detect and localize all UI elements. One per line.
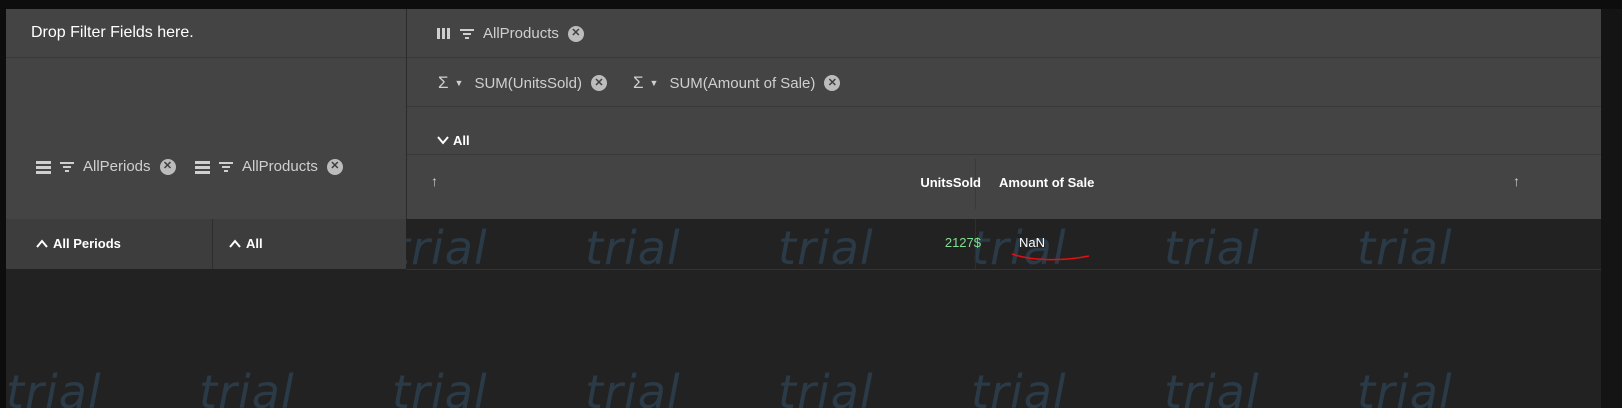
- row-member-label: All: [246, 236, 263, 251]
- watermark: trial: [1164, 365, 1260, 408]
- row-field-label: AllProducts: [242, 158, 318, 175]
- measure-label: SUM(UnitsSold): [474, 74, 582, 92]
- cell-unitssold[interactable]: 2127$: [945, 235, 981, 250]
- watermark: trial: [778, 221, 874, 275]
- watermark: trial: [6, 365, 102, 408]
- chevron-down-icon[interactable]: ▼: [455, 78, 464, 88]
- header-amount-of-sale[interactable]: Amount of Sale: [999, 175, 1094, 190]
- row-field-label: AllPeriods: [83, 158, 151, 175]
- watermark: trial: [585, 365, 681, 408]
- sigma-icon: Σ: [438, 73, 449, 92]
- row-field-allproducts[interactable]: AllProducts ✕: [195, 158, 343, 175]
- measure-label: SUM(Amount of Sale): [669, 74, 816, 92]
- sort-arrow-icon[interactable]: ↑: [1513, 173, 1520, 189]
- column-member-toggle[interactable]: All: [437, 133, 470, 148]
- column-icon: [437, 28, 451, 39]
- filter-icon[interactable]: [219, 161, 233, 173]
- watermark: trial: [392, 221, 488, 275]
- remove-icon[interactable]: ✕: [567, 25, 584, 42]
- filter-drop-zone[interactable]: Drop Filter Fields here.: [31, 24, 194, 42]
- pivot-grid: trial trial trial trial trial trial tria…: [6, 9, 1601, 408]
- sigma-icon: Σ: [633, 73, 644, 92]
- remove-icon[interactable]: ✕: [590, 75, 607, 91]
- remove-icon[interactable]: ✕: [824, 75, 841, 91]
- row-member-label: All Periods: [53, 236, 121, 251]
- measure-sum-unitssold[interactable]: Σ ▼ SUM(UnitsSold) ✕: [438, 73, 607, 93]
- header-unitssold[interactable]: UnitsSold: [920, 175, 981, 190]
- remove-icon[interactable]: ✕: [326, 158, 343, 175]
- watermark: trial: [585, 221, 681, 275]
- chevron-down-icon[interactable]: ▼: [650, 78, 659, 88]
- watermark: trial: [971, 365, 1067, 408]
- column-field-allproducts[interactable]: AllProducts ✕: [437, 25, 584, 42]
- divider: [407, 57, 1601, 58]
- column-header-row: ↑ UnitsSold Amount of Sale ↑: [407, 159, 1601, 209]
- column-field-label: AllProducts: [483, 25, 559, 42]
- measure-sum-amount-of-sale[interactable]: Σ ▼ SUM(Amount of Sale) ✕: [633, 73, 841, 93]
- divider: [6, 57, 406, 58]
- row-field-allperiods[interactable]: AllPeriods ✕: [36, 158, 176, 175]
- watermark: trial: [392, 365, 488, 408]
- filter-icon[interactable]: [460, 28, 474, 40]
- sort-arrow-icon[interactable]: ↑: [431, 173, 438, 189]
- scrollbar[interactable]: [1601, 9, 1622, 408]
- watermark: trial: [1357, 221, 1453, 275]
- row-member-all[interactable]: All: [229, 236, 263, 251]
- left-header-panel: Drop Filter Fields here. AllPeriods ✕ Al…: [6, 9, 407, 219]
- cell-amount-of-sale[interactable]: NaN: [1019, 235, 1045, 250]
- rows-icon: [36, 160, 51, 174]
- divider: [407, 154, 1601, 155]
- chevron-down-icon: [437, 136, 449, 145]
- watermark: trial: [778, 365, 874, 408]
- divider: [407, 106, 1601, 107]
- handwritten-underline-annotation: [1011, 253, 1090, 261]
- filter-icon[interactable]: [60, 161, 74, 173]
- chevron-up-icon: [229, 239, 241, 248]
- column-member-label: All: [453, 133, 470, 148]
- rows-icon: [195, 160, 210, 174]
- chevron-up-icon: [36, 239, 48, 248]
- row-member-all-periods[interactable]: All Periods: [36, 236, 121, 251]
- watermark: trial: [199, 365, 295, 408]
- column-divider: [212, 219, 213, 269]
- row-divider: [406, 269, 1601, 270]
- watermark: trial: [1357, 365, 1453, 408]
- remove-icon[interactable]: ✕: [159, 158, 176, 175]
- watermark: trial: [1164, 221, 1260, 275]
